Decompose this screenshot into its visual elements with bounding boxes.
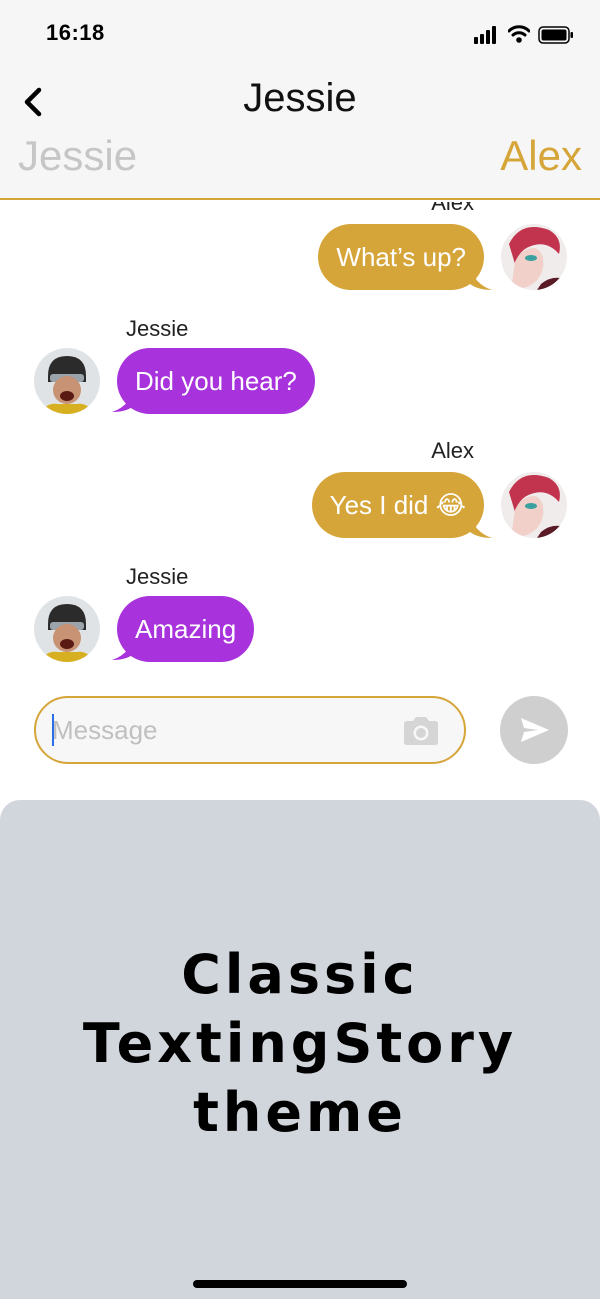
theme-title-line: theme: [193, 1081, 407, 1144]
camera-icon[interactable]: [402, 716, 440, 746]
jessie-avatar[interactable]: [34, 596, 100, 662]
message-bubble-alex[interactable]: What’s up?: [318, 224, 484, 290]
theme-title-line: TextingStory: [82, 1012, 518, 1075]
text-caret: [52, 714, 54, 746]
alex-avatar[interactable]: [501, 472, 567, 538]
message-bubble-jessie[interactable]: Did you hear?: [117, 348, 315, 414]
wifi-icon: [508, 25, 530, 43]
message-bubble-jessie[interactable]: Amazing: [117, 596, 255, 662]
message-bubble-alex[interactable]: Yes I did 😂: [311, 472, 484, 538]
status-bar: 16:18: [0, 0, 600, 70]
jessie-avatar[interactable]: [34, 348, 100, 414]
paper-plane-icon: [521, 718, 549, 742]
sender-name-alex: Alex: [431, 202, 474, 215]
conversation-title: Jessie: [243, 76, 357, 120]
sender-name-alex: Alex: [431, 438, 474, 463]
battery-icon: [538, 26, 573, 44]
home-indicator: [193, 1280, 407, 1288]
theme-title: Classic TextingStory theme: [0, 940, 600, 1147]
message-input-container[interactable]: [34, 696, 466, 764]
theme-title-line: Classic: [181, 943, 419, 1006]
send-button[interactable]: [500, 696, 568, 764]
message-input[interactable]: [52, 698, 392, 762]
alex-avatar[interactable]: [501, 224, 567, 290]
cellular-signal-icon: [474, 26, 500, 44]
sender-name-jessie: Jessie: [126, 564, 189, 589]
conversation-header: Jessie Jessie Alex: [0, 70, 600, 200]
status-time: 16:18: [46, 20, 105, 45]
sender-name-jessie: Jessie: [126, 316, 189, 341]
theme-info-panel: Classic TextingStory theme: [0, 800, 600, 1299]
sender-toggle-jessie[interactable]: Jessie: [18, 132, 137, 180]
sender-toggle-alex[interactable]: Alex: [500, 132, 582, 180]
